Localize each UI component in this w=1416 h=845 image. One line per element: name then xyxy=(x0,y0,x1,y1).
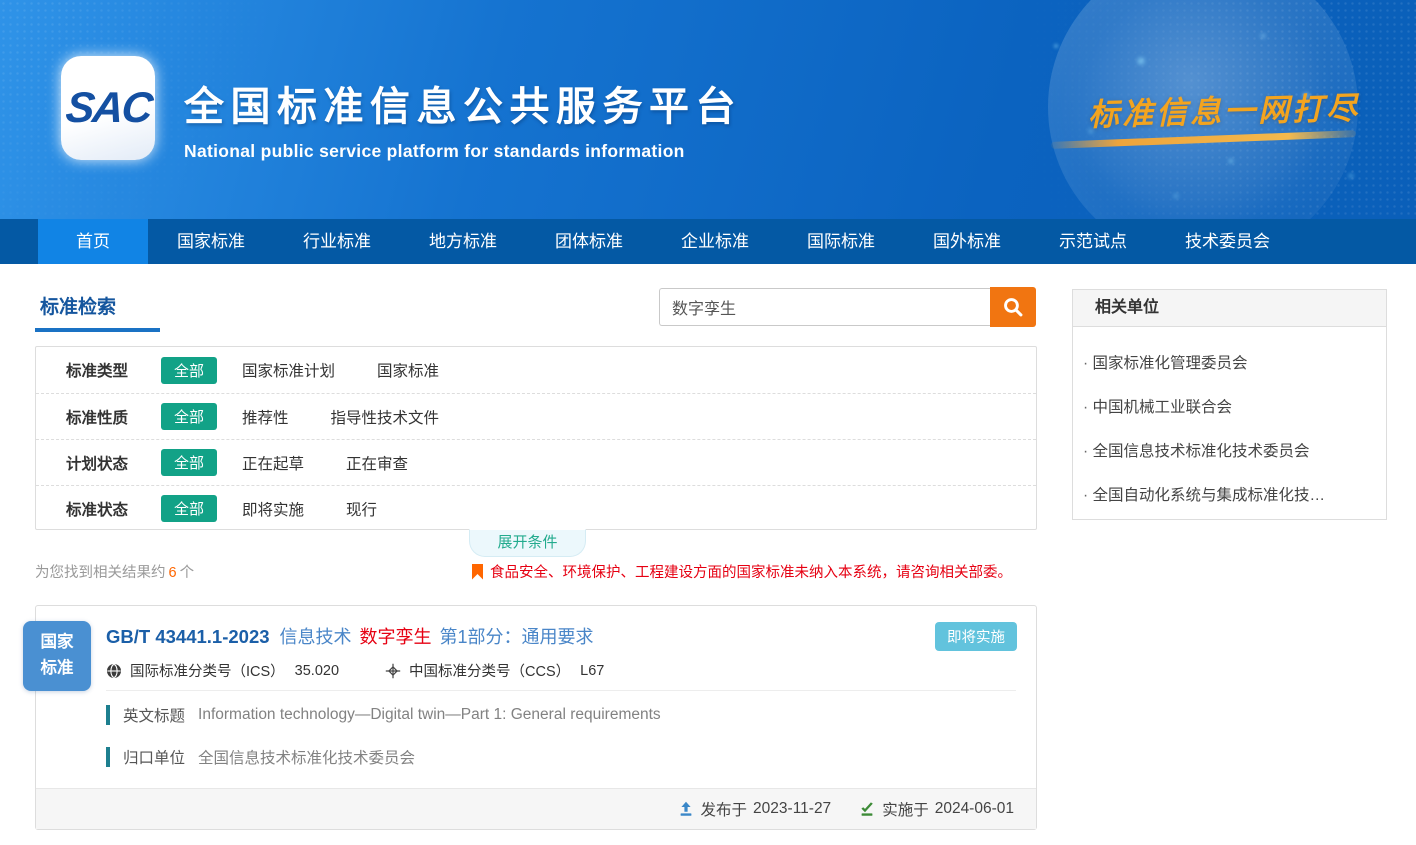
filter-row-plan-status: 计划状态 全部 正在起草 正在审查 xyxy=(36,439,1036,485)
filter-option[interactable]: 国家标准计划 xyxy=(242,359,335,381)
card-footer: 发布于 2023-11-27 实施于 2024-06-01 xyxy=(36,788,1036,829)
nav-item-enterprise-standards[interactable]: 企业标准 xyxy=(652,219,778,264)
globe-icon xyxy=(106,663,122,679)
publish-date-item: 发布于 2023-11-27 xyxy=(678,798,832,820)
check-icon xyxy=(859,801,875,817)
filter-all-badge[interactable]: 全部 xyxy=(161,403,217,430)
main-nav: 首页 国家标准 行业标准 地方标准 团体标准 企业标准 国际标准 国外标准 示范… xyxy=(0,219,1416,264)
publish-date: 2023-11-27 xyxy=(753,800,831,818)
nav-item-technical-committee[interactable]: 技术委员会 xyxy=(1156,219,1299,264)
results-count-number: 6 xyxy=(166,565,180,581)
ics-label: 国际标准分类号（ICS） xyxy=(130,660,285,681)
implement-date: 2024-06-01 xyxy=(935,800,1014,818)
banner-slogan: 标准信息一网打尽 xyxy=(1087,82,1360,134)
standard-title-part2[interactable]: 第1部分：通用要求 xyxy=(440,623,594,649)
nav-item-national-standards[interactable]: 国家标准 xyxy=(148,219,274,264)
nav-item-international-standards[interactable]: 国际标准 xyxy=(778,219,904,264)
related-unit-item[interactable]: 全国信息技术标准化技术委员会 xyxy=(1083,439,1372,461)
classification-row: 国际标准分类号（ICS） 35.020 中国标准分类号（CCS） L67 xyxy=(106,660,1036,681)
related-units-panel: 相关单位 国家标准化管理委员会 中国机械工业联合会 全国信息技术标准化技术委员会… xyxy=(1072,289,1387,520)
filter-row-standard-status: 标准状态 全部 即将实施 现行 xyxy=(36,485,1036,531)
standard-title-highlight[interactable]: 数字孪生 xyxy=(360,623,432,649)
search-input[interactable] xyxy=(659,288,990,326)
department-value: 全国信息技术标准化技术委员会 xyxy=(198,746,415,768)
sac-logo[interactable]: SAC xyxy=(61,56,155,160)
ccs-classification: 中国标准分类号（CCS） L67 xyxy=(385,660,604,681)
upload-icon xyxy=(678,801,694,817)
related-units-title: 相关单位 xyxy=(1073,290,1386,327)
filter-label: 标准类型 xyxy=(66,359,161,381)
standard-type-badge: 国家 标准 xyxy=(23,621,91,691)
card-divider xyxy=(106,690,1016,691)
filter-option[interactable]: 正在起草 xyxy=(242,452,304,474)
nav-item-pilot[interactable]: 示范试点 xyxy=(1030,219,1156,264)
site-title: 全国标准信息公共服务平台 xyxy=(184,74,742,132)
results-row: 为您找到相关结果约6个 食品安全、环境保护、工程建设方面的国家标准未纳入本系统，… xyxy=(35,561,1012,582)
expand-conditions-button[interactable]: 展开条件 xyxy=(469,529,586,557)
site-banner: SAC 全国标准信息公共服务平台 National public service… xyxy=(0,0,1416,219)
sac-logo-text: SAC xyxy=(63,84,153,133)
filter-row-standard-type: 标准类型 全部 国家标准计划 国家标准 xyxy=(36,347,1036,393)
ccs-label: 中国标准分类号（CCS） xyxy=(409,660,570,681)
page: SAC 全国标准信息公共服务平台 National public service… xyxy=(0,0,1416,845)
section-title-underline xyxy=(35,328,160,332)
status-badge: 即将实施 xyxy=(935,622,1017,651)
filter-label: 标准状态 xyxy=(66,498,161,520)
ccs-value: L67 xyxy=(580,663,604,679)
section-title-standard-search: 标准检索 xyxy=(40,292,116,319)
department-label: 归口单位 xyxy=(123,746,185,768)
compass-icon xyxy=(385,663,401,679)
filter-option[interactable]: 国家标准 xyxy=(377,359,439,381)
search-icon xyxy=(1002,296,1024,318)
publish-label: 发布于 xyxy=(701,798,748,820)
standard-title-part1[interactable]: 信息技术 xyxy=(280,623,352,649)
main-content: 标准检索 相关单位 国家标准化管理委员会 中国机械工业联合会 全国信息技术标准化… xyxy=(0,264,1416,845)
filter-option[interactable]: 正在审查 xyxy=(346,452,408,474)
filter-option[interactable]: 推荐性 xyxy=(242,406,289,428)
related-unit-item[interactable]: 全国自动化系统与集成标准化技… xyxy=(1083,483,1372,505)
filter-label: 标准性质 xyxy=(66,406,161,428)
standard-code[interactable]: GB/T 43441.1-2023 xyxy=(106,626,270,648)
filter-box: 标准类型 全部 国家标准计划 国家标准 标准性质 全部 推荐性 指导性技术文件 … xyxy=(35,346,1037,530)
nav-item-industry-standards[interactable]: 行业标准 xyxy=(274,219,400,264)
notice-text: 食品安全、环境保护、工程建设方面的国家标准未纳入本系统，请咨询相关部委。 xyxy=(490,561,1012,582)
filter-all-badge[interactable]: 全部 xyxy=(161,449,217,476)
related-unit-item[interactable]: 中国机械工业联合会 xyxy=(1083,395,1372,417)
standard-result-card: 国家 标准 GB/T 43441.1-2023 信息技术 数字孪生 第1部分：通… xyxy=(35,605,1037,830)
nav-item-local-standards[interactable]: 地方标准 xyxy=(400,219,526,264)
nav-item-foreign-standards[interactable]: 国外标准 xyxy=(904,219,1030,264)
implement-label: 实施于 xyxy=(882,798,929,820)
implement-date-item: 实施于 2024-06-01 xyxy=(859,798,1014,820)
filter-label: 计划状态 xyxy=(66,452,161,474)
system-notice: 食品安全、环境保护、工程建设方面的国家标准未纳入本系统，请咨询相关部委。 xyxy=(472,561,1012,582)
english-title-label: 英文标题 xyxy=(123,704,185,726)
site-subtitle: National public service platform for sta… xyxy=(184,141,742,162)
ics-classification: 国际标准分类号（ICS） 35.020 xyxy=(106,660,339,681)
filter-option[interactable]: 即将实施 xyxy=(242,498,304,520)
filter-option[interactable]: 现行 xyxy=(346,498,377,520)
department-row: 归口单位 全国信息技术标准化技术委员会 xyxy=(106,746,1036,768)
nav-item-home[interactable]: 首页 xyxy=(38,219,148,264)
banner-glow-dots xyxy=(0,0,2,2)
related-units-list: 国家标准化管理委员会 中国机械工业联合会 全国信息技术标准化技术委员会 全国自动… xyxy=(1073,327,1386,519)
site-title-block: 全国标准信息公共服务平台 National public service pla… xyxy=(184,74,742,162)
nav-item-group-standards[interactable]: 团体标准 xyxy=(526,219,652,264)
filter-row-standard-nature: 标准性质 全部 推荐性 指导性技术文件 xyxy=(36,393,1036,439)
filter-all-badge[interactable]: 全部 xyxy=(161,495,217,522)
filter-all-badge[interactable]: 全部 xyxy=(161,357,217,384)
ics-value: 35.020 xyxy=(295,663,339,679)
results-count: 为您找到相关结果约6个 xyxy=(35,561,194,582)
teal-marker-bar xyxy=(106,705,110,725)
standard-title[interactable]: GB/T 43441.1-2023 信息技术 数字孪生 第1部分：通用要求 xyxy=(36,606,1036,649)
english-title-value: Information technology—Digital twin—Part… xyxy=(198,706,661,724)
related-unit-item[interactable]: 国家标准化管理委员会 xyxy=(1083,351,1372,373)
search-button[interactable] xyxy=(990,287,1036,327)
filter-option[interactable]: 指导性技术文件 xyxy=(331,406,440,428)
english-title-row: 英文标题 Information technology—Digital twin… xyxy=(106,704,1036,726)
bookmark-icon xyxy=(472,564,483,580)
teal-marker-bar xyxy=(106,747,110,767)
